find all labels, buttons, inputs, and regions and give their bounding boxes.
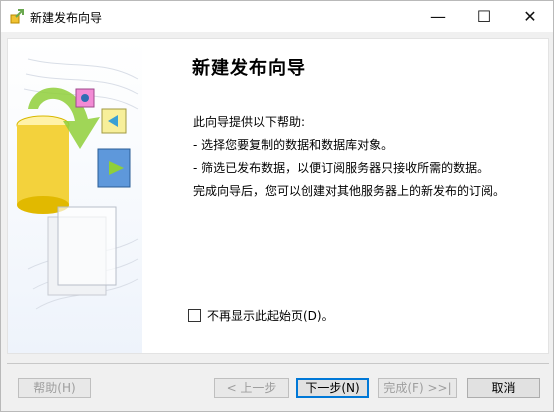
- help-button[interactable]: 帮助(H): [18, 378, 91, 398]
- wizard-description: 此向导提供以下帮助: - 选择您要复制的数据和数据库对象。 - 筛选已发布数据，…: [193, 111, 505, 203]
- wizard-app-icon: [10, 9, 24, 24]
- wizard-window: 新建发布向导 — ☐ ✕ 新建发布向导 此向导提供以下帮助: - 选择您要复制的…: [0, 0, 554, 412]
- skip-start-page-checkbox[interactable]: [188, 309, 201, 322]
- intro-text: 此向导提供以下帮助:: [193, 115, 306, 129]
- next-button[interactable]: 下一步(N): [296, 378, 369, 398]
- maximize-button[interactable]: ☐: [461, 1, 507, 32]
- bullet-item: - 选择您要复制的数据和数据库对象。: [193, 138, 394, 152]
- page-title: 新建发布向导: [192, 58, 306, 79]
- minimize-button[interactable]: —: [415, 1, 461, 32]
- button-separator: [7, 363, 549, 364]
- window-title: 新建发布向导: [30, 11, 103, 25]
- bullet-item: - 筛选已发布数据，以便订阅服务器只接收所需的数据。: [193, 161, 490, 175]
- outro-text: 完成向导后，您可以创建对其他服务器上的新发布的订阅。: [193, 184, 506, 198]
- back-button[interactable]: < 上一步: [214, 378, 289, 398]
- wizard-side-illustration: [8, 39, 142, 353]
- title-bar[interactable]: 新建发布向导 — ☐ ✕: [1, 1, 553, 32]
- skip-start-page-option[interactable]: 不再显示此起始页(D)。: [188, 307, 334, 324]
- database-publication-illustration: [16, 58, 139, 310]
- finish-button[interactable]: 完成(F) >>|: [378, 378, 457, 398]
- skip-start-page-label: 不再显示此起始页(D)。: [207, 309, 334, 323]
- cancel-button[interactable]: 取消: [467, 378, 540, 398]
- wizard-content-panel: 新建发布向导 此向导提供以下帮助: - 选择您要复制的数据和数据库对象。 - 筛…: [7, 38, 549, 354]
- close-button[interactable]: ✕: [507, 1, 553, 32]
